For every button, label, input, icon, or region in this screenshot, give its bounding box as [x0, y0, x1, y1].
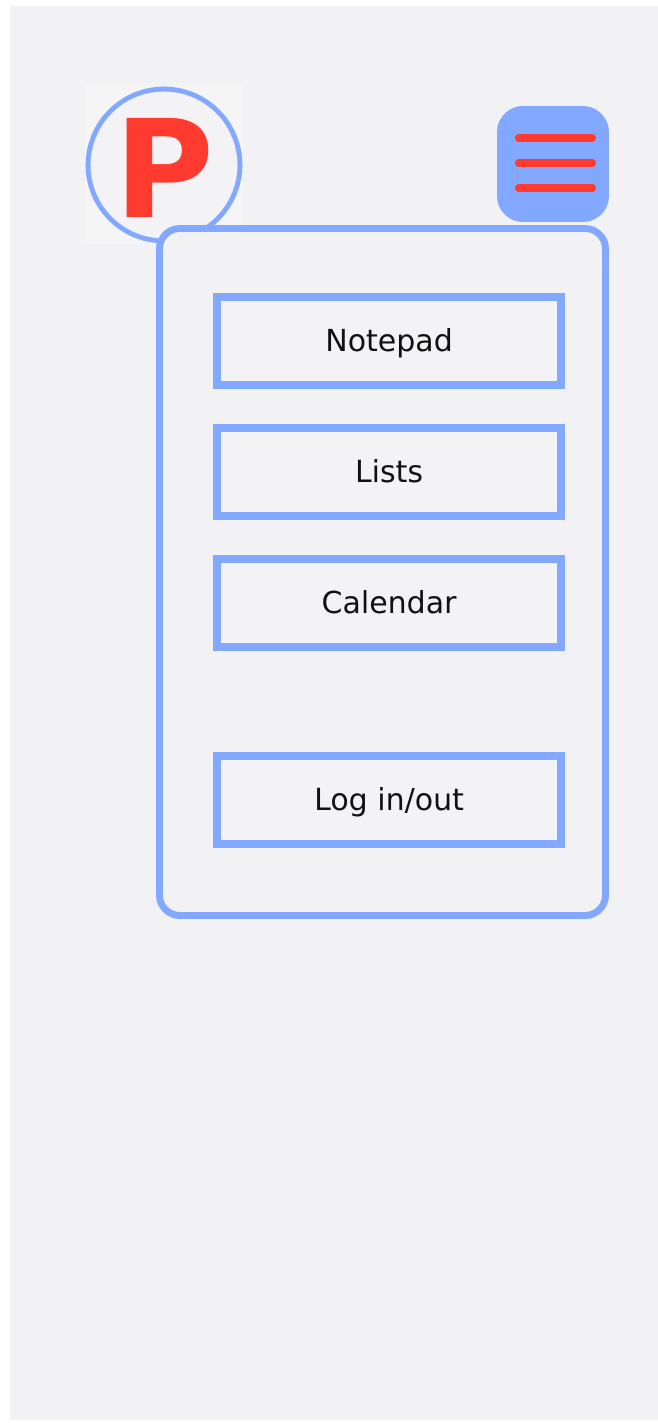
app-logo: P: [85, 86, 243, 244]
menu-item-calendar[interactable]: Calendar: [213, 555, 565, 651]
app-screen: P Notepad Lists Calendar Log in/out: [10, 6, 658, 1420]
menu-item-label: Calendar: [321, 585, 457, 621]
p-logo-icon: P: [85, 86, 243, 244]
hamburger-menu-button[interactable]: [497, 106, 609, 222]
menu-item-login-logout[interactable]: Log in/out: [213, 752, 565, 848]
menu-item-lists[interactable]: Lists: [213, 424, 565, 520]
hamburger-menu-icon: [515, 134, 596, 192]
logo-letter: P: [114, 92, 214, 244]
menu-item-label: Notepad: [325, 323, 453, 359]
menu-item-notepad[interactable]: Notepad: [213, 293, 565, 389]
navigation-dropdown-menu: Notepad Lists Calendar Log in/out: [156, 225, 609, 919]
menu-item-label: Log in/out: [314, 782, 464, 818]
menu-item-label: Lists: [354, 454, 424, 490]
